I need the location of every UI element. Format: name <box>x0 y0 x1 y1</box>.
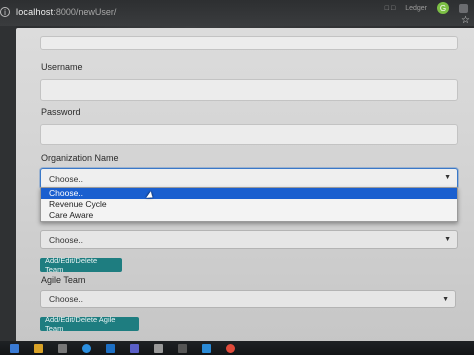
org-option-revenue-cycle[interactable]: Revenue Cycle <box>41 199 457 210</box>
browser-chrome: i localhost :8000/newUser/ □ □ Ledger G … <box>0 0 474 26</box>
file-icon[interactable] <box>154 343 163 353</box>
top-field[interactable] <box>40 36 458 50</box>
agile-team-label: Agile Team <box>41 275 86 285</box>
agile-team-select-value: Choose.. <box>49 294 84 304</box>
bookmark-ghost-2[interactable]: Ledger <box>405 5 427 12</box>
chevron-down-icon: ▼ <box>444 174 451 181</box>
organization-label: Organization Name <box>41 153 119 163</box>
agile-team-edit-button[interactable]: Add/Edit/Delete Agile Team <box>40 315 139 333</box>
start-icon[interactable] <box>10 343 19 353</box>
left-dark-edge <box>0 26 16 346</box>
app-icon-3[interactable] <box>178 343 187 353</box>
agile-team-select[interactable]: Choose.. ▼ <box>40 290 456 308</box>
password-input[interactable] <box>40 124 458 145</box>
site-info-icon[interactable]: i <box>0 7 10 17</box>
bookmark-star-icon[interactable]: ☆ <box>461 15 470 26</box>
browser-toolbar-right: □ □ Ledger G <box>385 2 468 14</box>
team-edit-button[interactable]: Add/Edit/Delete Team <box>40 256 122 274</box>
org-option-care-aware[interactable]: Care Aware <box>41 210 457 221</box>
teams-icon[interactable] <box>130 343 139 353</box>
extension-icon[interactable] <box>459 3 468 13</box>
chevron-down-icon: ▼ <box>444 236 451 243</box>
taskbar <box>0 341 474 355</box>
username-label: Username <box>41 62 83 72</box>
address-host: localhost <box>16 7 54 17</box>
vscode-icon[interactable] <box>202 343 211 353</box>
app-icon-1[interactable] <box>34 343 43 353</box>
organization-select[interactable]: Choose.. ▼ <box>40 168 458 189</box>
edge-icon[interactable] <box>82 343 91 353</box>
organization-select-value: Choose.. <box>49 173 84 184</box>
bookmark-ghost-1[interactable]: □ □ <box>385 5 395 12</box>
outlook-icon[interactable] <box>106 343 115 353</box>
username-input[interactable] <box>40 79 458 101</box>
org-option-choose[interactable]: Choose.. <box>41 188 457 199</box>
app-icon-2[interactable] <box>58 343 67 353</box>
organization-dropdown[interactable]: Choose.. Revenue Cycle Care Aware <box>40 187 458 222</box>
chevron-down-icon: ▼ <box>442 296 449 303</box>
chrome-icon[interactable] <box>226 343 235 353</box>
team-select-value: Choose.. <box>49 234 84 245</box>
address-path: :8000/newUser/ <box>53 7 117 17</box>
password-label: Password <box>41 107 81 117</box>
team-select[interactable]: Choose.. ▼ <box>40 230 458 249</box>
address-bar[interactable]: i localhost :8000/newUser/ <box>0 4 116 20</box>
profile-icon[interactable]: G <box>437 2 449 14</box>
